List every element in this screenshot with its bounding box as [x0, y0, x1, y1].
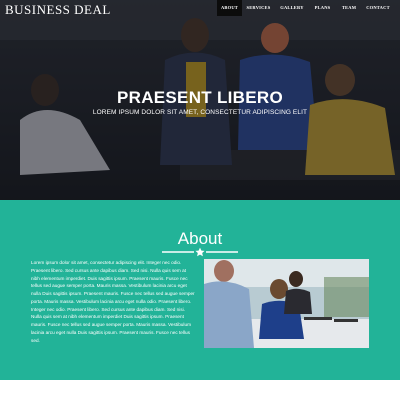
star-icon: [195, 247, 205, 257]
nav-item-gallery[interactable]: GALLERY: [275, 0, 309, 16]
heading-divider: [162, 247, 238, 257]
about-section: About Lorem ipsum dolor sit amet, consec…: [0, 200, 400, 380]
nav-item-team[interactable]: TEAM: [336, 0, 362, 16]
nav-item-contact[interactable]: CONTACT: [362, 0, 394, 16]
hero-banner: BUSINESS DEAL ABOUT SERVICES GALLERY PLA…: [0, 0, 400, 200]
main-nav: ABOUT SERVICES GALLERY PLANS TEAM CONTAC…: [217, 0, 394, 16]
nav-item-about[interactable]: ABOUT: [217, 0, 242, 16]
about-photo: [204, 259, 369, 348]
nav-item-plans[interactable]: PLANS: [309, 0, 336, 16]
brand-logo[interactable]: BUSINESS DEAL: [5, 2, 111, 18]
about-paragraph: Lorem ipsum dolor sit amet, consectetur …: [31, 260, 195, 343]
hero-title: PRAESENT LIBERO: [116, 88, 284, 107]
about-heading: About: [177, 229, 223, 248]
nav-item-services[interactable]: SERVICES: [242, 0, 275, 16]
hero-subtitle: LOREM IPSUM DOLOR SIT AMET, CONSECTETUR …: [92, 109, 308, 116]
